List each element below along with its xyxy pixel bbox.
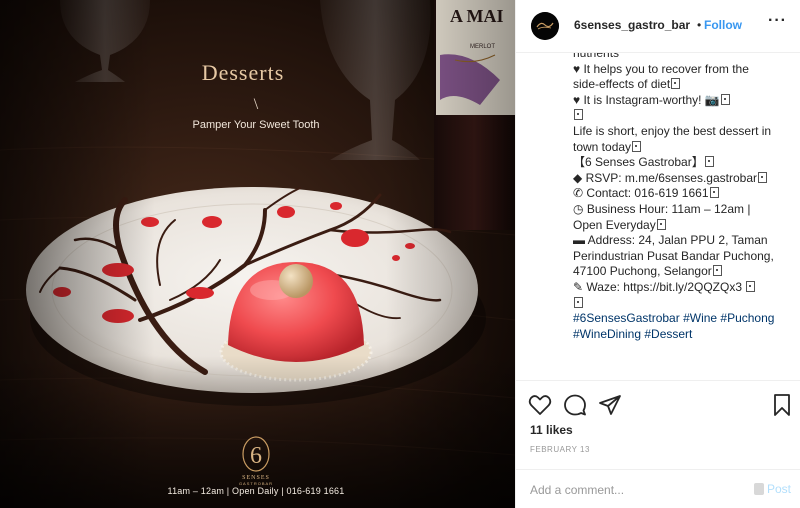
caption-line: 【6 Senses Gastrobar】: [573, 155, 793, 171]
unrendered-emoji-icon: [757, 171, 767, 183]
post-date[interactable]: FEBRUARY 13: [530, 445, 590, 454]
hashtags-line[interactable]: #WineDining #Dessert: [573, 327, 793, 343]
heart-icon[interactable]: [528, 393, 552, 417]
comment-form: Post: [516, 469, 800, 508]
caption-line: side-effects of diet: [573, 77, 793, 93]
caption-line: [573, 296, 793, 312]
post-comment-button[interactable]: Post: [767, 482, 791, 496]
comment-input[interactable]: [528, 479, 752, 501]
more-options-icon[interactable]: ···: [768, 12, 787, 30]
avatar[interactable]: [531, 12, 559, 40]
caption-line: Open Everyday: [573, 218, 793, 234]
post-photo[interactable]: A MAI MERLOT: [0, 0, 515, 508]
post-side-panel: 6senses_gastro_bar • Follow ··· nutrient…: [515, 0, 800, 508]
car-emoji-icon: ▬: [573, 233, 585, 248]
heart-emoji-icon: ♥: [573, 61, 581, 76]
post-actions: 11 likes FEBRUARY 13 Post: [516, 380, 800, 508]
caption-line: ▬ Address: 24, Jalan PPU 2, Taman: [573, 233, 768, 248]
unrendered-emoji-icon: [712, 265, 722, 277]
bookmark-icon[interactable]: [770, 393, 794, 417]
share-icon[interactable]: [598, 393, 622, 417]
caption-line: ♥ It is Instagram-worthy! 📷: [573, 93, 793, 109]
caption-line: ♥ It helps you to recover from the: [573, 61, 749, 76]
caption-line: ✆ Contact: 016-619 1661: [573, 186, 793, 202]
rsvp-emoji-icon: ◆: [573, 170, 583, 185]
caption-line: Life is short, enjoy the best dessert in: [573, 123, 772, 138]
clock-emoji-icon: ◷: [573, 201, 584, 216]
6-senses-logo: 6 SENSES GASTROBAR: [226, 432, 286, 486]
post-header: 6senses_gastro_bar • Follow ···: [516, 0, 800, 53]
photo-hours-text: 11am – 12am | Open Daily | 016-619 1661: [167, 486, 345, 496]
caption-line: ◷ Business Hour: 11am – 12am |: [573, 201, 751, 216]
photo-subtitle: Pamper Your Sweet Tooth: [192, 119, 320, 131]
unrendered-emoji-icon: [704, 156, 714, 168]
pin-emoji-icon: ✎: [573, 279, 584, 294]
likes-count[interactable]: 11 likes: [530, 423, 573, 437]
unrendered-emoji-icon: [656, 218, 666, 230]
logo-numeral: 6: [250, 443, 262, 469]
unrendered-emoji-icon: [574, 296, 583, 308]
photo-title: Desserts: [201, 60, 285, 85]
caption-text: nutrients ♥ It helps you to recover from…: [573, 52, 793, 342]
comment-icon[interactable]: [563, 393, 587, 417]
phone-emoji-icon: ✆: [573, 186, 584, 201]
caption-line: ✎ Waze: https://bit.ly/2QQZQx3: [573, 280, 793, 296]
follow-button[interactable]: Follow: [704, 18, 742, 32]
caption-line: nutrients: [573, 52, 620, 60]
caption-line: ◆ RSVP: m.me/6senses.gastrobar: [573, 171, 793, 187]
unrendered-emoji-icon: [709, 187, 719, 199]
unrendered-emoji-icon: [746, 280, 756, 292]
caption-scroll-area[interactable]: nutrients ♥ It helps you to recover from…: [516, 52, 800, 380]
heart-emoji-icon: ♥: [573, 92, 581, 107]
caption-line: 47100 Puchong, Selangor: [573, 264, 793, 280]
unrendered-emoji-icon: [632, 140, 642, 152]
header-separator: •: [697, 18, 702, 32]
photo-title-divider: \: [253, 96, 259, 113]
post-frame: A MAI MERLOT: [0, 0, 800, 508]
avatar-logo-icon: [531, 12, 559, 40]
caption-line: Perindustrian Pusat Bandar Puchong,: [573, 248, 774, 263]
unrendered-emoji-icon: [671, 78, 681, 90]
unrendered-emoji-icon: [574, 109, 583, 121]
caption-line: [573, 108, 793, 124]
logo-mark-icon: 6: [242, 436, 270, 472]
post-spinner-icon: [754, 483, 764, 495]
username-link[interactable]: 6senses_gastro_bar: [574, 18, 690, 32]
caption-line: town today: [573, 140, 793, 156]
unrendered-emoji-icon: [720, 93, 730, 105]
hashtags-line[interactable]: #6SensesGastrobar #Wine #Puchong: [573, 311, 793, 327]
